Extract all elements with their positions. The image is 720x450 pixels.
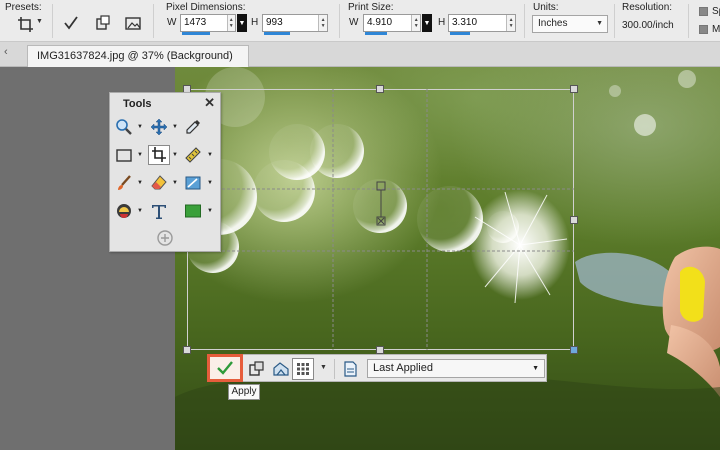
units-select[interactable]: Inches ▼ <box>532 15 608 33</box>
units-dropdown-icon: ▼ <box>596 20 603 27</box>
pixel-width-dropdown-icon[interactable]: ▼ <box>237 14 247 32</box>
close-icon[interactable]: ✕ <box>204 95 215 111</box>
print-height-prefix: H <box>438 17 446 28</box>
crop-tool-icon[interactable] <box>148 145 170 165</box>
snap-crop-button-icon[interactable] <box>270 358 292 380</box>
option-1-label: Sp <box>712 6 720 17</box>
grid-dropdown-icon[interactable]: ▼ <box>320 364 327 371</box>
shape-tool-dropdown-icon[interactable]: ▼ <box>207 208 213 214</box>
document-tab-bar: ‹ IMG31637824.jpg @ 37% (Background) <box>0 42 720 67</box>
eraser-tool-icon[interactable] <box>148 173 170 193</box>
crop-presets-icon[interactable] <box>15 14 37 36</box>
crop-handle-top[interactable] <box>376 85 384 93</box>
brush-tool-dropdown-icon[interactable]: ▼ <box>137 180 143 186</box>
pixel-width-field[interactable]: 1473 ▲ ▼ <box>180 14 236 32</box>
pixel-height-stepper-icon[interactable]: ▲ ▼ <box>318 15 327 31</box>
apply-check-icon[interactable] <box>60 12 82 34</box>
apply-tooltip: Apply <box>228 384 260 400</box>
crop-handle-bottom[interactable] <box>376 346 384 354</box>
resolution-label: Resolution: <box>622 2 673 13</box>
print-height-field[interactable]: 3.310 ▲ ▼ <box>448 14 516 32</box>
crop-handle-bottom-right[interactable] <box>570 346 578 354</box>
selection-tool-icon[interactable] <box>113 145 135 165</box>
zoom-tool-icon[interactable] <box>113 117 135 137</box>
tools-palette: Tools ✕ ▼ ▼ ▼ ▼ ▼ ▼ ▼ ▼ ▼ ▼ <box>109 92 221 252</box>
tools-palette-title: Tools <box>123 98 152 110</box>
chevron-left-icon[interactable]: ‹ <box>4 46 8 58</box>
print-size-label: Print Size: <box>348 2 394 13</box>
photo-fix-tool-dropdown-icon[interactable]: ▼ <box>207 180 213 186</box>
tab-title: IMG31637824.jpg @ 37% (Background) <box>37 50 233 62</box>
option-1-checkbox[interactable] <box>699 7 708 16</box>
check-icon <box>217 361 233 375</box>
pixel-width-value: 1473 <box>184 17 207 28</box>
fill-tool-dropdown-icon[interactable]: ▼ <box>137 208 143 214</box>
height-prefix: H <box>251 17 259 28</box>
print-height-value: 3.310 <box>452 17 478 28</box>
crop-grid <box>187 89 574 350</box>
print-width-value: 4.910 <box>367 17 393 28</box>
crop-rectangle[interactable] <box>183 85 578 354</box>
print-width-dropdown-icon[interactable]: ▼ <box>422 14 432 32</box>
units-value: Inches <box>538 18 568 29</box>
move-tool-dropdown-icon[interactable]: ▼ <box>172 124 178 130</box>
fill-tool-icon[interactable] <box>113 201 135 221</box>
crop-handle-top-right[interactable] <box>570 85 578 93</box>
pixel-dimensions-label: Pixel Dimensions: <box>166 2 246 13</box>
photo-fix-tool-icon[interactable] <box>182 173 204 193</box>
snap-crop-icon[interactable] <box>122 12 144 34</box>
option-2-label: M <box>712 24 720 35</box>
resolution-value: 300.00/inch <box>622 20 674 31</box>
selection-tool-dropdown-icon[interactable]: ▼ <box>137 152 143 158</box>
crop-preset-select[interactable]: Last Applied ▼ <box>367 359 545 378</box>
crop-preset-value: Last Applied <box>373 362 433 374</box>
crop-as-new-image-button-icon[interactable] <box>246 358 268 380</box>
print-width-field[interactable]: 4.910 ▲ ▼ <box>363 14 421 32</box>
brush-tool-icon[interactable] <box>113 173 135 193</box>
dropper-tool-icon[interactable] <box>182 117 204 137</box>
pixel-height-value: 993 <box>266 17 283 28</box>
shape-tool-icon[interactable] <box>182 201 204 221</box>
eraser-tool-dropdown-icon[interactable]: ▼ <box>172 180 178 186</box>
text-tool-icon[interactable] <box>148 201 170 221</box>
crop-handle-right[interactable] <box>570 216 578 224</box>
pixel-height-field[interactable]: 993 ▲ ▼ <box>262 14 328 32</box>
options-toolbar: Presets: ▼ Pixel Dimensions: W 1473 ▲ ▼ ▼… <box>0 0 720 42</box>
pixel-width-stepper-icon[interactable]: ▲ ▼ <box>226 15 235 31</box>
straighten-tool-dropdown-icon[interactable]: ▼ <box>207 152 213 158</box>
width-prefix: W <box>167 17 177 28</box>
print-height-stepper-icon[interactable]: ▲ ▼ <box>506 15 515 31</box>
presets-dropdown-arrow-icon[interactable]: ▼ <box>36 18 43 25</box>
units-label: Units: <box>533 2 559 13</box>
apply-button[interactable] <box>207 354 243 382</box>
presets-label: Presets: <box>5 2 42 13</box>
crop-tool-dropdown-icon[interactable]: ▼ <box>172 152 178 158</box>
zoom-tool-dropdown-icon[interactable]: ▼ <box>137 124 143 130</box>
print-width-prefix: W <box>349 17 359 28</box>
option-2-checkbox[interactable] <box>699 25 708 34</box>
move-tool-icon[interactable] <box>148 117 170 137</box>
crop-handle-bottom-left[interactable] <box>183 346 191 354</box>
crop-preset-icon[interactable] <box>339 358 361 380</box>
crop-as-new-image-icon[interactable] <box>92 12 114 34</box>
chevron-down-icon: ▼ <box>532 365 539 372</box>
tab-document[interactable]: IMG31637824.jpg @ 37% (Background) <box>27 45 249 67</box>
print-width-stepper-icon[interactable]: ▲ ▼ <box>411 15 420 31</box>
grid-overlay-button-icon[interactable] <box>292 358 314 380</box>
straighten-tool-icon[interactable] <box>182 145 204 165</box>
add-tool-icon[interactable] <box>154 228 176 248</box>
